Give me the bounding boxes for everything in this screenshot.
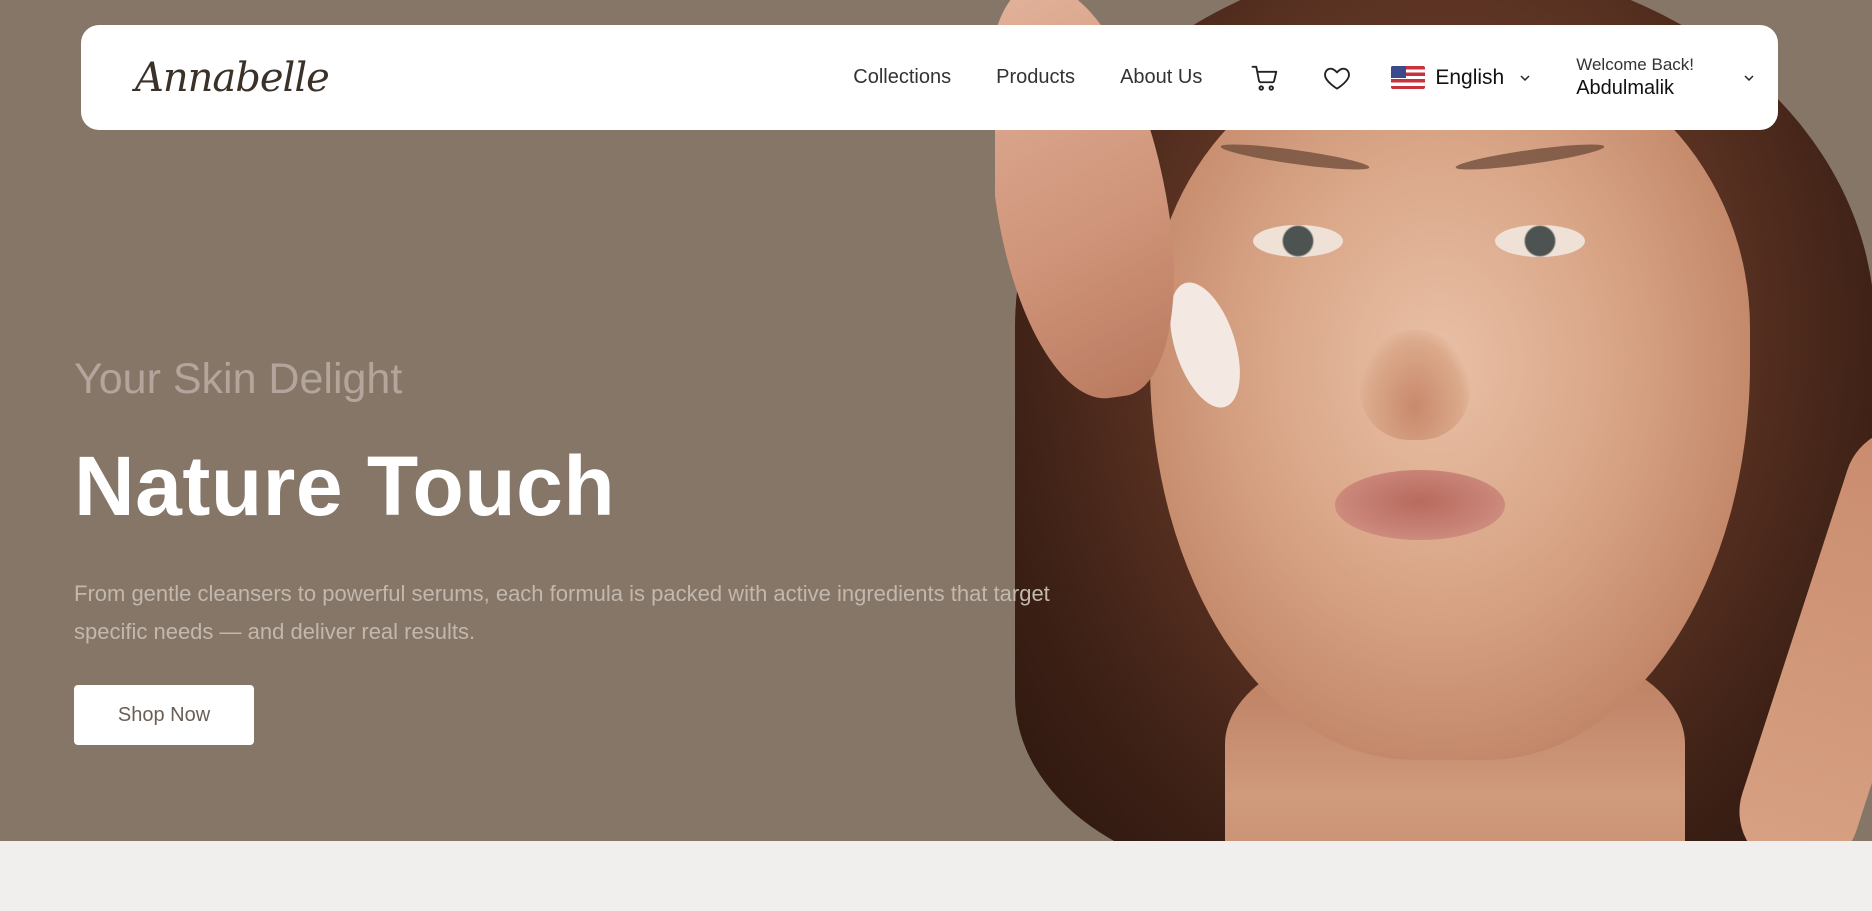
shop-now-button[interactable]: Shop Now <box>74 685 254 745</box>
hero-subtitle: Your Skin Delight <box>74 355 403 403</box>
language-selector[interactable]: English <box>1391 66 1532 90</box>
user-menu[interactable]: Welcome Back! Abdulmalik <box>1576 55 1756 99</box>
hero-description: From gentle cleansers to powerful serums… <box>74 581 1050 644</box>
brand-logo[interactable]: Annabelle <box>135 55 330 101</box>
nav-menu: Collections Products About Us English We… <box>853 55 1756 99</box>
chevron-down-icon <box>1742 71 1756 85</box>
cart-icon[interactable] <box>1247 60 1283 96</box>
welcome-text: Welcome Back! <box>1576 55 1694 75</box>
content-section-start <box>0 841 1872 911</box>
nav-link-about-us[interactable]: About Us <box>1120 66 1202 89</box>
chevron-down-icon <box>1518 71 1532 85</box>
us-flag-icon <box>1391 66 1426 89</box>
nav-link-collections[interactable]: Collections <box>853 66 951 89</box>
top-navbar: Annabelle Collections Products About Us … <box>81 25 1778 130</box>
hero-headline: Nature Touch <box>74 439 616 533</box>
heart-icon[interactable] <box>1319 60 1355 96</box>
hero-text-block: Your Skin Delight Nature Touch From gent… <box>74 355 1054 745</box>
nav-link-products[interactable]: Products <box>996 66 1075 89</box>
language-label: English <box>1435 65 1505 89</box>
user-name: Abdulmalik <box>1576 76 1675 99</box>
